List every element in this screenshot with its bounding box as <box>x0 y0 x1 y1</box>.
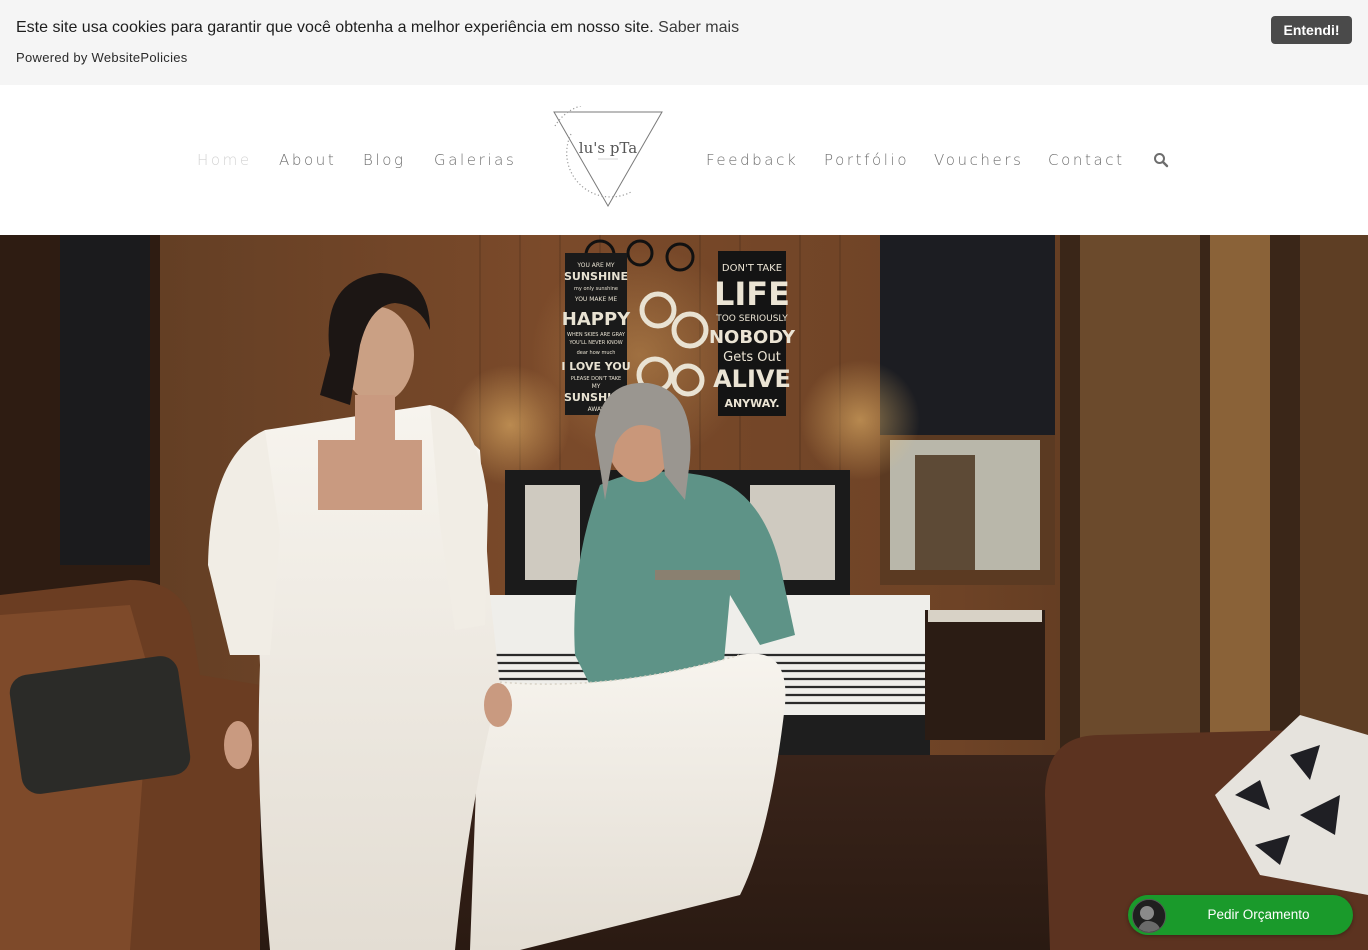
nav-item-home[interactable]: Home <box>197 151 252 169</box>
poster-left-line-6: WHEN SKIES ARE GRAY <box>567 332 626 338</box>
request-quote-button[interactable]: Pedir Orçamento <box>1128 895 1353 935</box>
request-quote-label: Pedir Orçamento <box>1207 907 1310 922</box>
poster-left-line-2: SUNSHINE <box>564 270 628 283</box>
poster-left-line-9: I LOVE YOU <box>561 360 630 373</box>
cookie-message-text: Este site usa cookies para garantir que … <box>16 19 654 36</box>
site-logo[interactable]: lu's pTa <box>551 103 665 210</box>
poster-right-line-1: DON'T TAKE <box>722 263 782 274</box>
nav-item-galerias[interactable]: Galerias <box>434 151 516 169</box>
logo-wordmark: lu's pTa <box>579 139 637 157</box>
poster-left-line-4: YOU MAKE ME <box>574 296 617 303</box>
powered-by-text: Powered by WebsitePolicies <box>16 50 188 65</box>
poster-right-line-4: NOBODY <box>709 327 796 348</box>
poster-left-line-7: YOU'LL NEVER KNOW <box>568 340 622 346</box>
nav-item-contact[interactable]: Contact <box>1048 151 1125 169</box>
search-icon[interactable] <box>1153 152 1169 168</box>
poster-right-line-3: TOO SERIOUSLY <box>715 314 788 324</box>
poster-left-line-5: HAPPY <box>562 309 631 330</box>
nav-item-blog[interactable]: Blog <box>363 151 406 169</box>
poster-left-line-10: PLEASE DON'T TAKE <box>571 376 621 382</box>
poster-right-line-7: ANYWAY. <box>724 397 779 410</box>
poster-left-line-3: my only sunshine <box>574 286 618 292</box>
site-header: Home About Blog Galerias lu's pTa Feedba… <box>0 85 1368 235</box>
hero-image: YOU ARE MY SUNSHINE my only sunshine YOU… <box>0 235 1368 950</box>
learn-more-link[interactable]: Saber mais <box>658 19 739 36</box>
avatar <box>1132 899 1166 933</box>
nav-item-feedback[interactable]: Feedback <box>706 151 798 169</box>
hero-photo: YOU ARE MY SUNSHINE my only sunshine YOU… <box>0 235 1368 950</box>
poster-left-line-1: YOU ARE MY <box>576 262 615 269</box>
cookie-message: Este site usa cookies para garantir que … <box>16 19 739 37</box>
poster-left-line-8: dear how much <box>577 350 616 356</box>
nav-item-about[interactable]: About <box>279 151 336 169</box>
poster-right-line-2: LIFE <box>714 275 790 313</box>
triangle-logo-icon: lu's pTa <box>553 103 663 208</box>
cookie-banner: Este site usa cookies para garantir que … <box>0 0 1368 85</box>
poster-left-line-11: MY <box>592 383 601 390</box>
accept-cookies-button[interactable]: Entendi! <box>1271 16 1352 44</box>
nav-item-portfolio[interactable]: Portfólio <box>824 151 909 169</box>
poster-right-line-6: ALIVE <box>713 365 791 393</box>
poster-right-line-5: Gets Out <box>723 350 781 365</box>
nav-item-vouchers[interactable]: Vouchers <box>934 151 1024 169</box>
